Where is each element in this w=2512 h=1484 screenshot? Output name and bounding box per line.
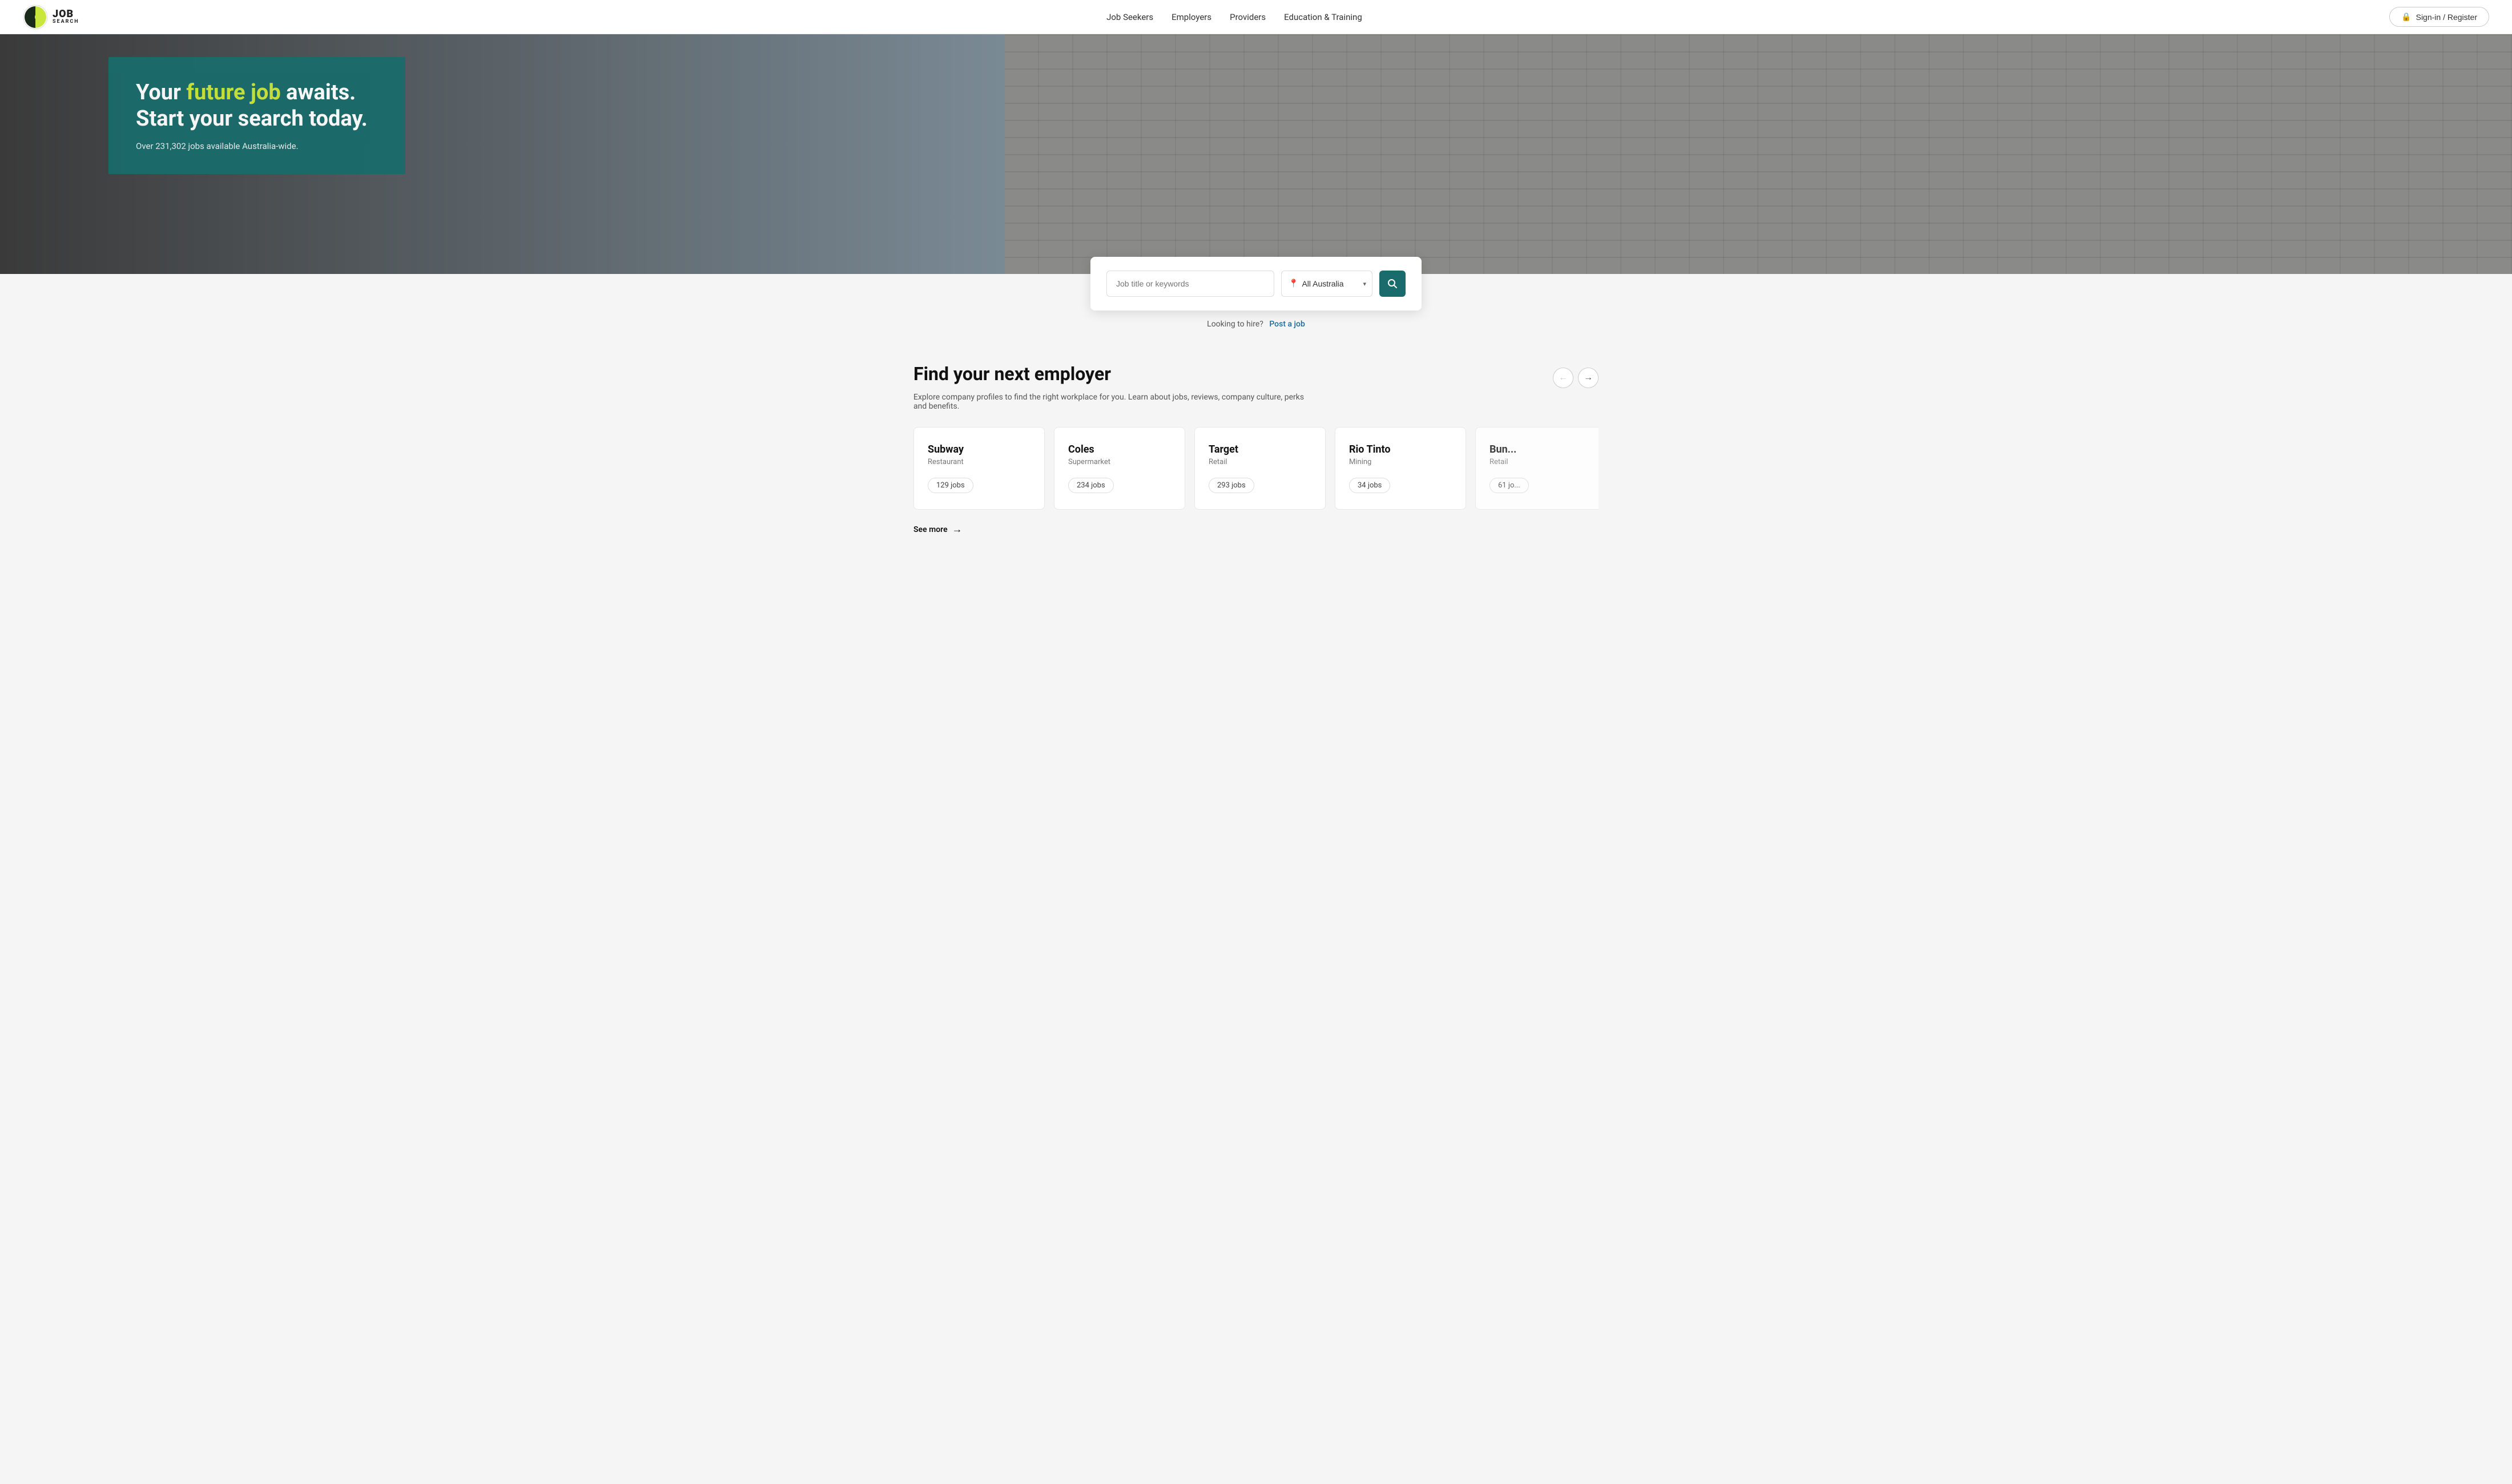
location-pin-icon: 📍: [1289, 279, 1298, 288]
arrow-right-icon: →: [1584, 373, 1593, 383]
hero-text-part2: awaits.: [281, 80, 356, 105]
carousel-arrows: ← →: [1553, 368, 1599, 388]
employer-type: Retail: [1209, 458, 1311, 466]
employer-name: Subway: [928, 443, 1030, 455]
hero-heading-line2: Start your search today.: [136, 106, 368, 131]
employer-name: Target: [1209, 443, 1311, 455]
employer-type: Mining: [1349, 458, 1452, 466]
section-description: Explore company profiles to find the rig…: [913, 393, 1313, 411]
location-select[interactable]: All Australia ACT NSW NT QLD SA TAS VIC …: [1302, 279, 1355, 288]
hero-subtext: Over 231,302 jobs available Australia-wi…: [136, 141, 378, 151]
employer-card-target[interactable]: Target Retail 293 jobs: [1194, 427, 1326, 510]
employer-type: Restaurant: [928, 458, 1030, 466]
sign-in-label: Sign-in / Register: [2416, 13, 2477, 22]
search-icon: [1387, 278, 1398, 289]
employer-name: Rio Tinto: [1349, 443, 1452, 455]
see-more-row[interactable]: See more →: [913, 523, 1599, 535]
search-input[interactable]: [1106, 271, 1274, 297]
employer-jobs-badge: 129 jobs: [928, 478, 973, 493]
logo-job-label: JOB: [53, 9, 79, 19]
search-button[interactable]: [1379, 271, 1406, 297]
hero-section: Your future job awaits. Start your searc…: [0, 34, 2512, 274]
prev-arrow-button[interactable]: ←: [1553, 368, 1573, 388]
nav-employers[interactable]: Employers: [1172, 12, 1211, 22]
employer-jobs-badge: 34 jobs: [1349, 478, 1390, 493]
section-header: Find your next employer ← →: [913, 363, 1599, 388]
employer-card-coles[interactable]: Coles Supermarket 234 jobs: [1054, 427, 1185, 510]
hero-overlay: Your future job awaits. Start your searc…: [108, 57, 405, 174]
employer-name: Coles: [1068, 443, 1171, 455]
employer-card-rio-tinto[interactable]: Rio Tinto Mining 34 jobs: [1335, 427, 1466, 510]
logo-text: JOB SEARCH: [53, 9, 79, 25]
employer-jobs-badge: 234 jobs: [1068, 478, 1114, 493]
lock-icon: 🔒: [2401, 12, 2411, 22]
employer-name: Bun...: [1490, 443, 1592, 455]
header: JOB SEARCH Job Seekers Employers Provide…: [0, 0, 2512, 34]
main-nav: Job Seekers Employers Providers Educatio…: [1106, 12, 1362, 22]
logo-search-label: SEARCH: [53, 19, 79, 25]
nav-education[interactable]: Education & Training: [1284, 12, 1362, 22]
see-more-arrow-icon: →: [952, 523, 963, 535]
hire-text-row: Looking to hire? Post a job: [0, 320, 2512, 329]
sign-in-button[interactable]: 🔒 Sign-in / Register: [2389, 7, 2489, 27]
logo-icon: [23, 5, 48, 30]
hero-highlight: future job: [186, 80, 280, 105]
employer-cards-row: Subway Restaurant 129 jobs Coles Superma…: [913, 427, 1599, 510]
employer-type: Supermarket: [1068, 458, 1171, 466]
search-container: 📍 All Australia ACT NSW NT QLD SA TAS VI…: [0, 257, 2512, 310]
arrow-left-icon: ←: [1559, 373, 1568, 383]
employer-type: Retail: [1490, 458, 1592, 466]
hero-text-part1: Your: [136, 80, 186, 105]
hero-heading: Your future job awaits. Start your searc…: [136, 80, 378, 132]
nav-job-seekers[interactable]: Job Seekers: [1106, 12, 1153, 22]
search-box: 📍 All Australia ACT NSW NT QLD SA TAS VI…: [1090, 257, 1422, 310]
post-a-job-link[interactable]: Post a job: [1269, 320, 1305, 329]
logo[interactable]: JOB SEARCH: [23, 5, 79, 30]
next-arrow-button[interactable]: →: [1578, 368, 1599, 388]
section-title-area: Find your next employer: [913, 363, 1111, 385]
employers-section: Find your next employer ← → Explore comp…: [891, 329, 1621, 558]
chevron-down-icon: ▾: [1363, 280, 1366, 288]
location-wrapper[interactable]: 📍 All Australia ACT NSW NT QLD SA TAS VI…: [1281, 271, 1372, 297]
section-title: Find your next employer: [913, 363, 1111, 385]
employer-card-subway[interactable]: Subway Restaurant 129 jobs: [913, 427, 1045, 510]
employer-card-partial[interactable]: Bun... Retail 61 jo...: [1475, 427, 1599, 510]
nav-providers[interactable]: Providers: [1230, 12, 1266, 22]
see-more-label: See more: [913, 525, 948, 534]
hero-wall-texture: [1005, 34, 2512, 274]
hire-static-text: Looking to hire?: [1207, 320, 1263, 329]
employer-jobs-badge: 293 jobs: [1209, 478, 1254, 493]
employer-jobs-badge: 61 jo...: [1490, 478, 1529, 493]
